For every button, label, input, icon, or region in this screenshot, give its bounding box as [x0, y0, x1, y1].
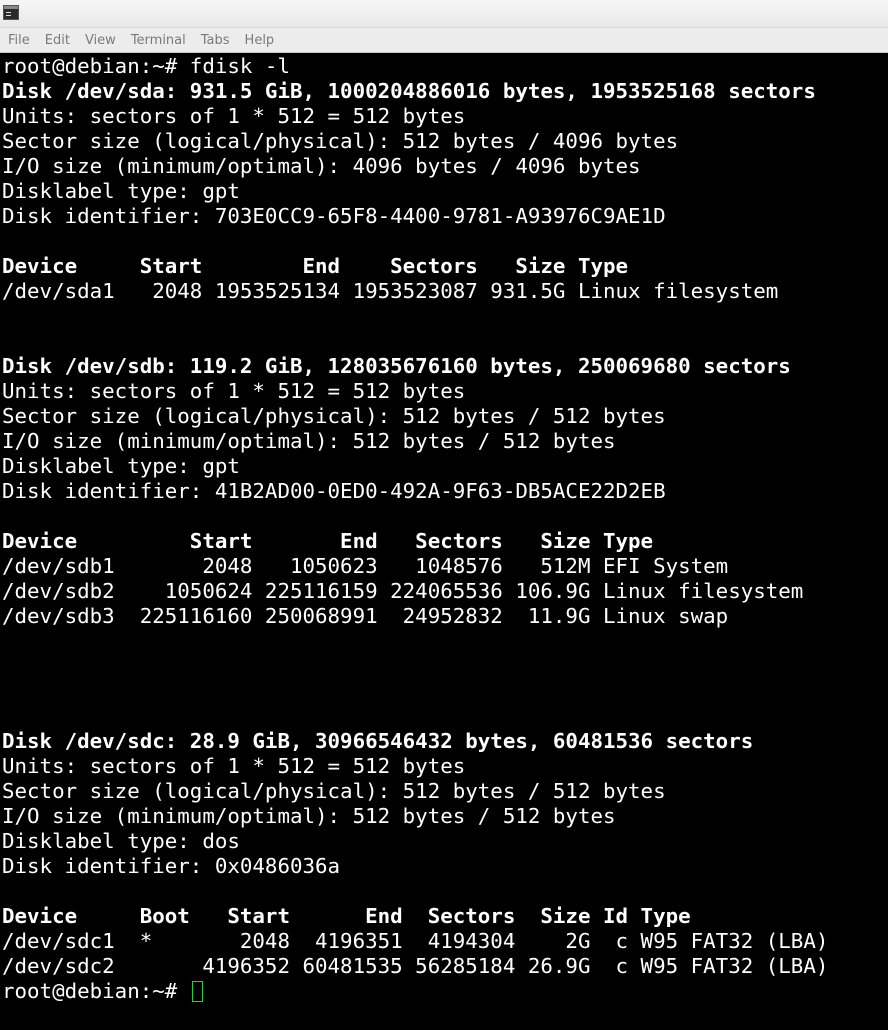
terminal-line: Sector size (logical/physical): 512 byte…	[2, 779, 666, 803]
terminal-line: /dev/sdc2 4196352 60481535 56285184 26.9…	[2, 954, 829, 978]
terminal-output[interactable]: root@debian:~# fdisk -l Disk /dev/sda: 93…	[2, 54, 886, 1030]
terminal-line: Units: sectors of 1 * 512 = 512 bytes	[2, 104, 466, 128]
terminal-line: Units: sectors of 1 * 512 = 512 bytes	[2, 379, 466, 403]
terminal-line: Sector size (logical/physical): 512 byte…	[2, 404, 666, 428]
terminal-line: Device Start End Sectors Size Type	[2, 529, 654, 553]
text-cursor	[191, 981, 203, 1002]
menu-tabs[interactable]: Tabs	[201, 33, 230, 48]
menu-file[interactable]: File	[8, 33, 30, 48]
terminal-line: Sector size (logical/physical): 512 byte…	[2, 129, 679, 153]
terminal-line: Disklabel type: dos	[2, 829, 240, 853]
terminal-line: I/O size (minimum/optimal): 512 bytes / …	[2, 429, 616, 453]
terminal-line: Disklabel type: gpt	[2, 454, 240, 478]
menu-view[interactable]: View	[85, 33, 116, 48]
terminal-line: Disk /dev/sda: 931.5 GiB, 1000204886016 …	[2, 79, 816, 103]
terminal-line: I/O size (minimum/optimal): 512 bytes / …	[2, 804, 616, 828]
terminal-line: Disk /dev/sdb: 119.2 GiB, 128035676160 b…	[2, 354, 791, 378]
terminal-line: Disk identifier: 0x0486036a	[2, 854, 341, 878]
menu-edit[interactable]: Edit	[45, 33, 70, 48]
title-bar	[0, 0, 888, 28]
terminal-line: /dev/sdb1 2048 1050623 1048576 512M EFI …	[2, 554, 729, 578]
terminal-line: root@debian:~# fdisk -l	[2, 54, 290, 78]
terminal-line: /dev/sda1 2048 1953525134 1953523087 931…	[2, 279, 779, 303]
terminal-line: /dev/sdb2 1050624 225116159 224065536 10…	[2, 579, 804, 603]
terminal-line: /dev/sdc1 * 2048 4196351 4194304 2G c W9…	[2, 929, 829, 953]
terminal-window: File Edit View Terminal Tabs Help root@d…	[0, 0, 888, 1030]
terminal-line: I/O size (minimum/optimal): 4096 bytes /…	[2, 154, 641, 178]
terminal-line: Disk /dev/sdc: 28.9 GiB, 30966546432 byt…	[2, 729, 754, 753]
terminal-line: Units: sectors of 1 * 512 = 512 bytes	[2, 754, 466, 778]
terminal-line: Device Boot Start End Sectors Size Id Ty…	[2, 904, 691, 928]
menu-terminal[interactable]: Terminal	[131, 33, 186, 48]
terminal-line: Device Start End Sectors Size Type	[2, 254, 629, 278]
terminal-line: Disk identifier: 41B2AD00-0ED0-492A-9F63…	[2, 479, 666, 503]
prompt-line[interactable]: root@debian:~#	[2, 979, 886, 1004]
terminal-line: Disklabel type: gpt	[2, 179, 240, 203]
terminal-app-icon[interactable]	[3, 5, 19, 20]
menu-help[interactable]: Help	[245, 33, 275, 48]
menu-bar: File Edit View Terminal Tabs Help	[0, 28, 888, 53]
terminal-line: Disk identifier: 703E0CC9-65F8-4400-9781…	[2, 204, 666, 228]
shell-prompt: root@debian:~#	[2, 979, 190, 1003]
terminal-line: /dev/sdb3 225116160 250068991 24952832 1…	[2, 604, 729, 628]
